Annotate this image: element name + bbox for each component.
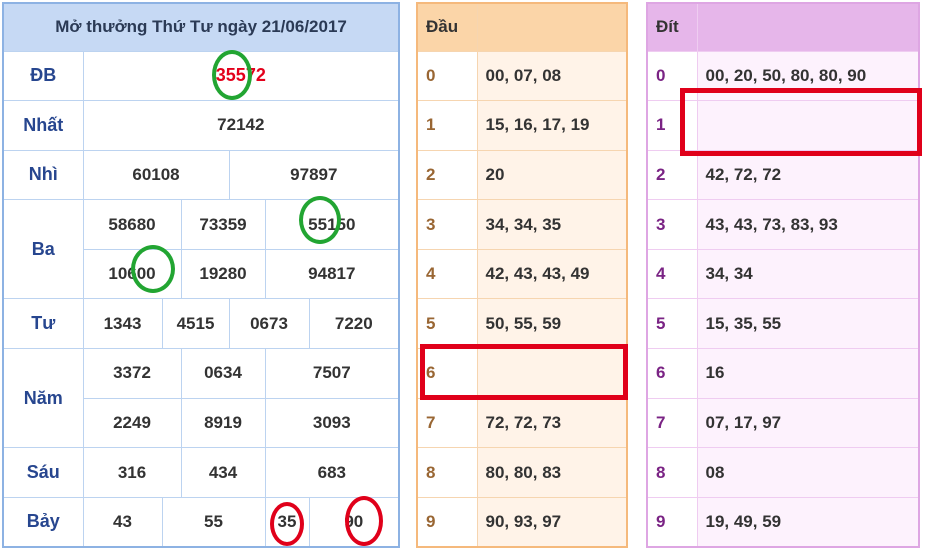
dit-values [697,100,919,151]
prize-bay-3: 35 [264,496,310,548]
prize-sau-2: 434 [180,447,266,498]
dau-key: 8 [417,447,478,498]
label-db: ĐB [2,50,84,102]
dau-key: 4 [417,248,478,299]
dit-table: Đít 0 00, 20, 50, 80, 80, 90 1 2 42, 72, 7… [646,2,920,548]
dit-values: 16 [697,348,919,399]
dit-key: 4 [647,248,698,299]
dit-values: 43, 43, 73, 83, 93 [697,199,919,250]
dau-values [477,348,627,399]
prize-nam-3: 7507 [264,348,400,399]
prize-nhi-1: 60108 [82,149,230,201]
dau-key: 7 [417,397,478,448]
dau-values: 50, 55, 59 [477,298,627,349]
prize-db-highlight: 55 [225,65,246,86]
prize-ba-1: 58680 [82,199,182,250]
prize-ba-3: 55150 [264,199,400,250]
prize-bay-1: 43 [82,496,163,548]
dit-values: 34, 34 [697,248,919,299]
prize-sau-1: 316 [82,447,182,498]
dau-header-values [477,2,627,51]
prize-db-prefix: 3 [215,65,226,86]
label-tu: Tư [2,298,84,350]
dau-key: 9 [417,496,478,547]
results-table: Mở thưởng Thứ Tư ngày 21/06/2017 ĐB 3557… [2,2,401,548]
prize-nam-6: 3093 [264,397,400,449]
dit-values: 07, 17, 97 [697,397,919,448]
dau-values: 20 [477,149,627,200]
prize-sau-3: 683 [264,447,400,498]
prize-tu-4: 7220 [308,298,400,350]
dit-values: 19, 49, 59 [697,496,919,547]
dit-key: 0 [647,50,698,101]
dit-values: 42, 72, 72 [697,149,919,200]
dau-values: 90, 93, 97 [477,496,627,547]
prize-bay-2: 55 [161,496,266,548]
label-nam: Năm [2,348,84,449]
dau-values: 72, 72, 73 [477,397,627,448]
dau-values: 00, 07, 08 [477,50,627,101]
prize-tu-3: 0673 [228,298,310,350]
dit-header: Đít [647,2,698,51]
dau-values: 80, 80, 83 [477,447,627,498]
label-nhat: Nhất [2,100,84,151]
dau-values: 42, 43, 43, 49 [477,248,627,299]
prize-ba-5: 19280 [180,248,266,300]
dau-values: 15, 16, 17, 19 [477,100,627,151]
prize-ba-2: 73359 [180,199,266,250]
prize-ba-4: 10600 [82,248,182,300]
dit-key: 8 [647,447,698,498]
dit-values: 00, 20, 50, 80, 80, 90 [697,50,919,101]
dit-key: 9 [647,496,698,547]
dau-key: 1 [417,100,478,151]
prize-bay-4: 90 [308,496,400,548]
label-sau: Sáu [2,447,84,498]
prize-nam-4: 2249 [82,397,182,449]
dau-key: 0 [417,50,478,101]
dau-key: 5 [417,298,478,349]
dit-key: 6 [647,348,698,399]
prize-db-suffix: 72 [245,65,266,86]
dau-table: Đầu 0 00, 07, 08 1 15, 16, 17, 19 2 20 3 34,… [416,2,628,548]
prize-tu-2: 4515 [161,298,230,350]
prize-ba-6: 94817 [264,248,400,300]
prize-nam-1: 3372 [82,348,182,399]
label-nhi: Nhì [2,149,84,201]
dit-key: 2 [647,149,698,200]
dit-key: 7 [647,397,698,448]
prize-nhat: 72142 [82,100,400,151]
prize-db: 35572 [82,50,400,102]
results-title: Mở thưởng Thứ Tư ngày 21/06/2017 [2,2,400,52]
dit-key: 1 [647,100,698,151]
dau-values: 34, 34, 35 [477,199,627,250]
dau-key: 2 [417,149,478,200]
dit-values: 08 [697,447,919,498]
prize-tu-1: 1343 [82,298,163,350]
dit-values: 15, 35, 55 [697,298,919,349]
label-bay: Bảy [2,496,84,548]
dit-header-values [697,2,919,51]
prize-nam-2: 0634 [180,348,266,399]
dit-key: 3 [647,199,698,250]
prize-nhi-2: 97897 [228,149,400,201]
dit-key: 5 [647,298,698,349]
label-ba: Ba [2,199,84,300]
dau-key: 3 [417,199,478,250]
prize-nam-5: 8919 [180,397,266,449]
dau-key: 6 [417,348,478,399]
dau-header: Đầu [417,2,478,51]
